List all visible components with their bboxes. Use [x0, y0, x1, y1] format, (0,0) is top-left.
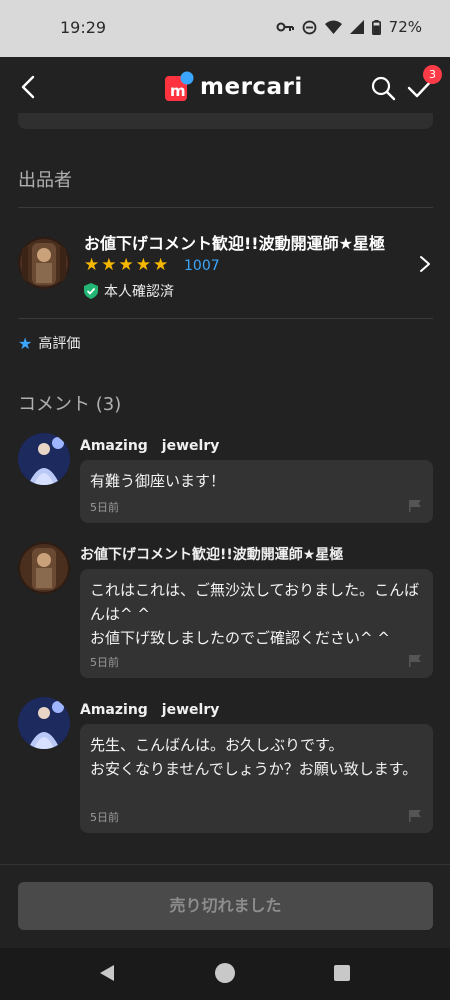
previous-section-box [18, 113, 433, 129]
divider [18, 318, 433, 319]
mercari-logo: m mercari [164, 71, 303, 103]
wifi-icon [324, 20, 342, 34]
nav-back-icon[interactable] [98, 964, 116, 982]
comment-text: 先生、こんばんは。お久しぶりです。 お安くなりませんでしょうか？お願い致します。 [90, 736, 418, 778]
comment-time: 5日前 [90, 656, 119, 669]
chevron-right-icon[interactable] [418, 254, 432, 274]
mercari-logo-mark-icon: m [165, 71, 194, 101]
sold-out-button[interactable]: 売り切れました [18, 882, 433, 930]
todo-button[interactable]: 3 [406, 65, 442, 103]
commenter-avatar-image [18, 433, 70, 485]
comment-bubble: これはこれは、ご無沙汰しておりました。こんばんは^ ^ お値下げ致しましたのでご… [80, 569, 433, 678]
star-icon: ★ [84, 255, 100, 275]
star-icon: ★ [153, 255, 169, 275]
verified-shield-icon [84, 283, 98, 299]
back-arrow-icon[interactable] [16, 73, 44, 101]
report-flag-icon[interactable] [409, 655, 421, 667]
rating-count[interactable]: 1007 [184, 258, 220, 274]
app-bar: m mercari 3 [0, 57, 450, 117]
rating-stars: ★ ★ ★ ★ ★ [84, 257, 168, 274]
commenter-avatar-image [18, 697, 70, 749]
battery-percent: 72% [388, 18, 422, 36]
status-time: 19:29 [60, 18, 107, 37]
nav-home-icon[interactable] [215, 963, 235, 983]
star-icon: ★ [135, 255, 151, 275]
svg-text:m: m [170, 82, 186, 100]
commenter-avatar[interactable] [18, 542, 70, 594]
commenter-avatar[interactable] [18, 433, 70, 485]
divider [18, 207, 433, 208]
comment-time: 5日前 [90, 811, 119, 824]
comments-section-title: コメント (3) [18, 394, 122, 415]
high-rating-label: 高評価 [38, 336, 81, 352]
signal-icon [349, 20, 364, 34]
battery-icon [371, 19, 381, 35]
comment-author: お値下げコメント歓迎!!波動開運師★星極 [80, 547, 344, 563]
verified-label: 本人確認済 [104, 284, 174, 300]
system-nav-bar [0, 948, 450, 1000]
nav-recents-icon[interactable] [334, 965, 350, 981]
seller-name: お値下げコメント歓迎!!波動開運師★星極 [84, 234, 385, 253]
star-icon: ★ [118, 255, 134, 275]
high-rating-tag: ★ 高評価 [18, 333, 80, 353]
comment-author: Amazing jewelry [80, 702, 220, 718]
notification-badge: 3 [423, 65, 442, 84]
seller-avatar-image [18, 237, 70, 289]
comment-text: 有難う御座います！ [90, 472, 226, 490]
search-icon[interactable] [370, 75, 396, 101]
bottom-divider [0, 864, 450, 865]
status-bar: 19:29 72% [0, 0, 450, 57]
report-flag-icon[interactable] [409, 500, 421, 512]
seller-avatar [18, 237, 70, 289]
verified-status: 本人確認済 [84, 281, 174, 301]
comment-time: 5日前 [90, 501, 119, 514]
comment-bubble: 有難う御座います！ 5日前 [80, 460, 433, 523]
blue-star-icon: ★ [18, 333, 33, 353]
logo-text: mercari [200, 74, 303, 100]
star-icon: ★ [101, 255, 117, 275]
seller-row[interactable]: お値下げコメント歓迎!!波動開運師★星極 ★ ★ ★ ★ ★ 1007 本人確認… [0, 210, 450, 318]
vpn-key-icon [276, 22, 294, 32]
seller-section-title: 出品者 [18, 170, 72, 191]
report-flag-icon[interactable] [409, 810, 421, 822]
comment-bubble: 先生、こんばんは。お久しぶりです。 お安くなりませんでしょうか？お願い致します。… [80, 724, 433, 833]
comment-author: Amazing jewelry [80, 438, 220, 454]
do-not-disturb-icon [302, 20, 317, 34]
commenter-avatar[interactable] [18, 697, 70, 749]
status-icons: 72% [276, 18, 422, 36]
comment-text: これはこれは、ご無沙汰しておりました。こんばんは^ ^ お値下げ致しましたのでご… [90, 581, 420, 647]
commenter-avatar-image [18, 542, 70, 594]
